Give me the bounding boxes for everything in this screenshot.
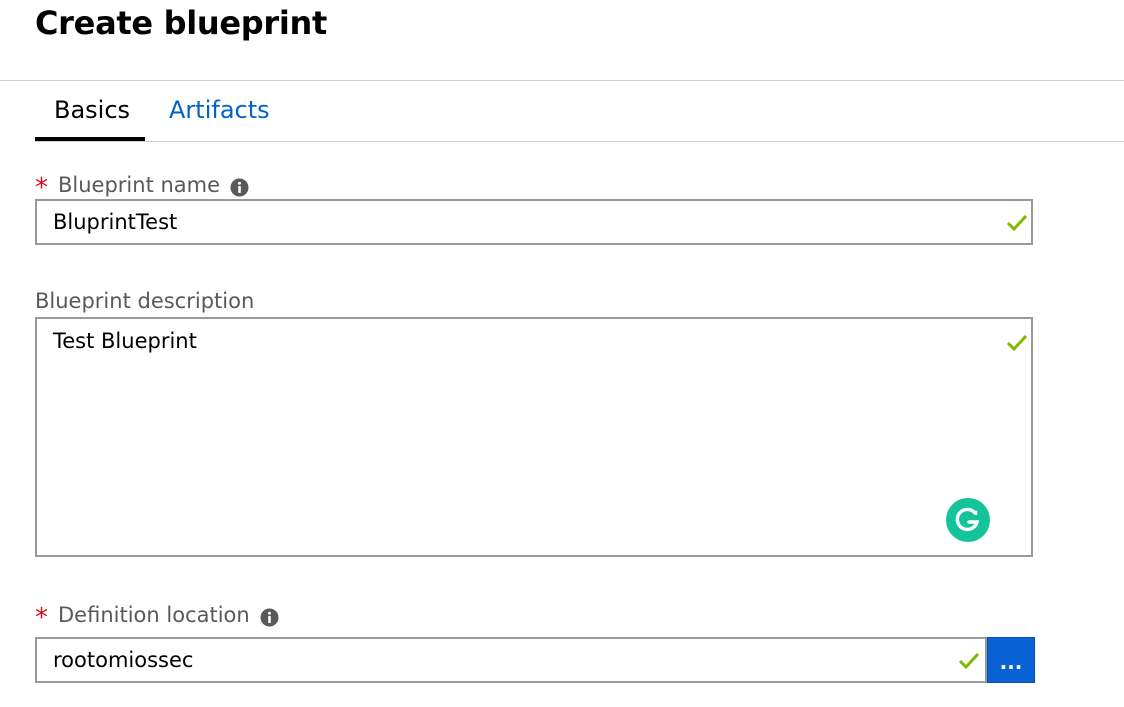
checkmark-icon bbox=[1006, 214, 1028, 232]
browse-location-button[interactable]: ... bbox=[987, 637, 1035, 683]
definition-location-label-row: * Definition location bbox=[35, 602, 279, 633]
checkmark-icon bbox=[1006, 334, 1028, 352]
blueprint-description-value: Test Blueprint bbox=[53, 329, 197, 353]
blueprint-name-label: Blueprint name bbox=[58, 173, 221, 197]
info-icon[interactable] bbox=[230, 178, 249, 197]
blueprint-description-label-row: Blueprint description bbox=[35, 289, 254, 313]
tab-bar: Basics Artifacts bbox=[0, 82, 1124, 142]
tab-artifacts[interactable]: Artifacts bbox=[169, 96, 270, 124]
required-marker: * bbox=[35, 173, 48, 203]
definition-location-value: rootomiossec bbox=[53, 648, 194, 672]
definition-location-input[interactable]: rootomiossec bbox=[35, 637, 987, 683]
blueprint-description-textarea[interactable]: Test Blueprint bbox=[35, 317, 1033, 557]
tab-basics[interactable]: Basics bbox=[54, 96, 130, 124]
blueprint-name-value: BluprintTest bbox=[53, 210, 178, 234]
blueprint-name-input[interactable]: BluprintTest bbox=[35, 199, 1033, 245]
blueprint-description-label: Blueprint description bbox=[35, 289, 255, 313]
tabs-divider bbox=[35, 141, 1124, 142]
info-icon[interactable] bbox=[260, 608, 279, 627]
blueprint-name-label-row: * Blueprint name bbox=[35, 172, 249, 203]
create-blueprint-page: Create blueprint Basics Artifacts * Blue… bbox=[0, 0, 1124, 707]
required-marker: * bbox=[35, 603, 48, 633]
grammarly-icon[interactable] bbox=[946, 498, 990, 542]
definition-location-label: Definition location bbox=[58, 603, 250, 627]
title-divider bbox=[0, 80, 1124, 81]
checkmark-icon bbox=[958, 652, 980, 670]
page-title: Create blueprint bbox=[35, 4, 327, 42]
